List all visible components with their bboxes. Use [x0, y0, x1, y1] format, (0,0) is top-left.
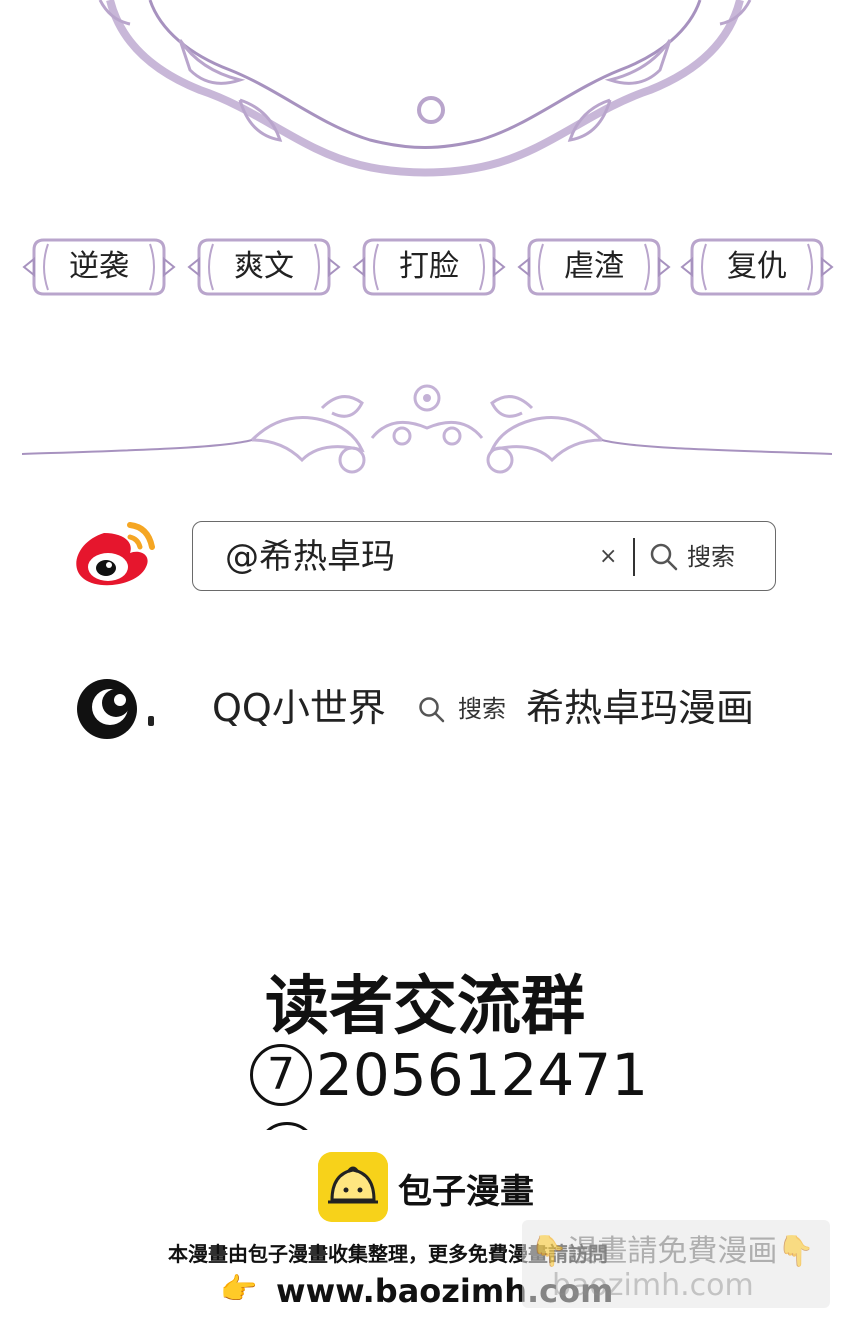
tag-badge: 爽文: [187, 234, 341, 300]
separator-mark: [148, 716, 154, 726]
reader-group-title: 读者交流群: [265, 970, 585, 1044]
baozi-brand: 包子漫畫: [398, 1172, 534, 1212]
qq-world-row: QQ小世界 搜索 希热卓玛漫画: [74, 672, 794, 744]
tag-badge: 虐渣: [517, 234, 671, 300]
clear-icon[interactable]: ×: [599, 522, 617, 592]
search-divider: [633, 538, 635, 576]
weibo-logo-icon: [76, 522, 155, 586]
qq-account-name: 希热卓玛漫画: [526, 686, 755, 730]
tag-badge: 打脸: [352, 234, 506, 300]
weibo-search-input[interactable]: @希热卓玛: [225, 522, 395, 592]
watermark-line2: baozimh.com: [552, 1268, 754, 1303]
tag-label: 爽文: [234, 249, 294, 284]
weibo-search-button[interactable]: 搜索: [687, 522, 735, 592]
tag-label: 复仇: [727, 249, 787, 284]
reader-group-number-cutoff: [250, 1118, 630, 1130]
group-number-value: 205612471: [316, 1041, 649, 1109]
search-icon: [419, 697, 445, 723]
tag-badge: 复仇: [680, 234, 834, 300]
circled-number: 7: [250, 1044, 312, 1106]
reader-group-number: 7 205612471: [250, 1040, 648, 1110]
qq-world-logo-icon: [77, 679, 137, 739]
ornamental-frame-top: [98, 0, 752, 177]
search-icon[interactable]: [649, 542, 679, 572]
tag-badge: 逆袭: [22, 234, 176, 300]
baozi-logo-icon: [318, 1152, 388, 1222]
watermark-line1: 👇漫畫請免費漫画👇: [530, 1234, 815, 1269]
weibo-search-row: @希热卓玛 × 搜索: [68, 515, 788, 605]
tag-label: 逆袭: [69, 249, 129, 284]
watermark: 👇漫畫請免費漫画👇 baozimh.com: [522, 1220, 830, 1308]
tag-label: 虐渣: [564, 249, 624, 284]
weibo-search-box[interactable]: @希热卓玛 × 搜索: [192, 521, 776, 591]
qq-search-label: 搜索: [458, 695, 506, 723]
tag-list: 逆袭 爽文 打脸 虐渣 复仇: [22, 234, 834, 300]
circled-number-partial: [256, 1122, 318, 1130]
qq-platform-name: QQ小世界: [212, 686, 386, 730]
floral-divider: [22, 384, 832, 474]
tag-label: 打脸: [399, 249, 459, 284]
pointing-hand-icon: 👉: [220, 1272, 258, 1307]
